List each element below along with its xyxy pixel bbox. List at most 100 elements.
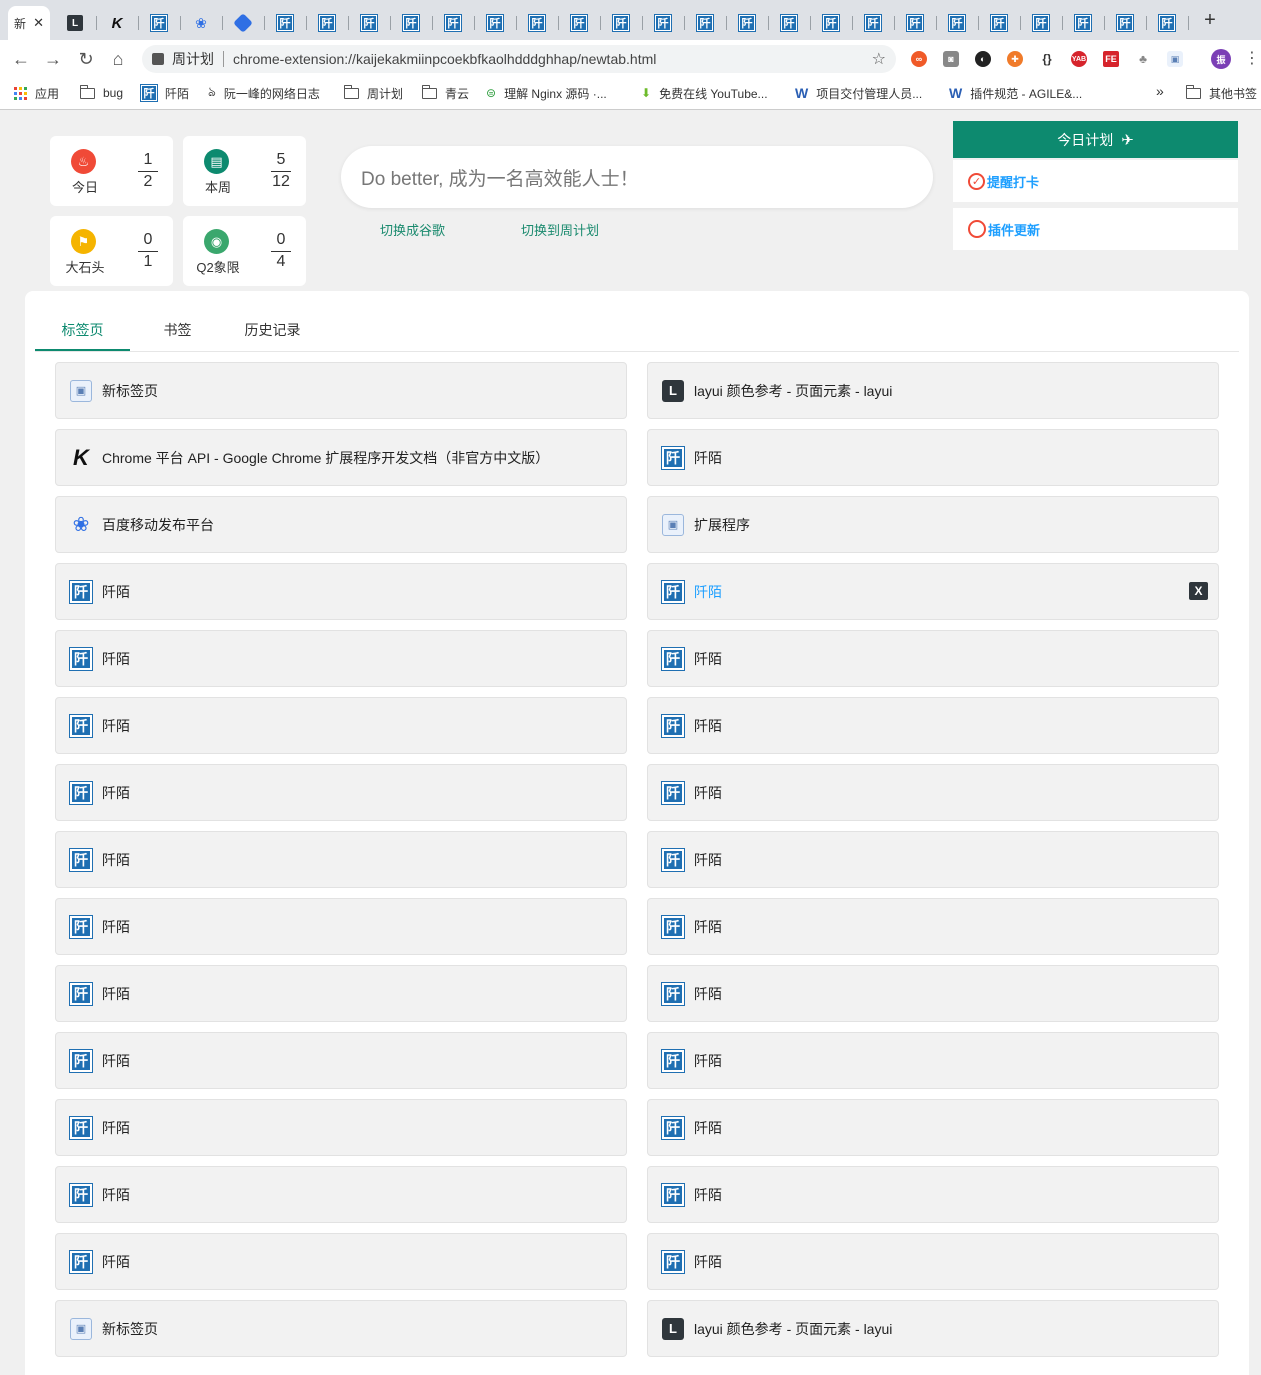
browser-tab[interactable]: 阡 — [140, 6, 178, 40]
browser-tab[interactable]: 阡 — [392, 6, 430, 40]
tab-card[interactable]: 阡阡陌 — [55, 1233, 627, 1290]
browser-tab[interactable]: 阡 — [812, 6, 850, 40]
browser-tab[interactable]: K — [98, 6, 136, 40]
bookmark-item[interactable]: W 插件规范 - AGILE&... — [949, 84, 1082, 102]
tab-card[interactable]: ❀ 百度移动发布平台 — [55, 496, 627, 553]
tab-card[interactable]: 阡阡陌 — [647, 831, 1219, 888]
browser-tab[interactable] — [224, 6, 262, 40]
extension-fe-icon[interactable]: FE — [1103, 51, 1119, 67]
tab-card[interactable]: 阡阡陌 — [647, 1166, 1219, 1223]
bookmark-item[interactable]: ঌ 阮一峰的网络日志 — [208, 84, 320, 102]
tab-card[interactable]: ▣ 新标签页 — [55, 1300, 627, 1357]
browser-tab[interactable]: 阡 — [1148, 6, 1186, 40]
bookmark-item[interactable]: ⬇ 免费在线 YouTube... — [641, 84, 768, 102]
browser-tab[interactable]: 阡 — [896, 6, 934, 40]
bookmark-item[interactable]: bug — [79, 84, 123, 102]
stat-week-card[interactable]: ▤ 本周 5 12 — [183, 136, 306, 206]
browser-tab[interactable]: 阡 — [980, 6, 1018, 40]
browser-tab[interactable]: 阡 — [266, 6, 304, 40]
tab-card[interactable]: 阡阡陌 — [55, 898, 627, 955]
reload-icon[interactable]: ↻ — [75, 48, 97, 70]
bookmark-item[interactable]: 周计划 — [343, 84, 403, 102]
browser-tab[interactable]: 阡 — [1022, 6, 1060, 40]
browser-tab[interactable]: 阡 — [770, 6, 808, 40]
stat-q2-card[interactable]: ◉ Q2象限 0 4 — [183, 216, 306, 286]
browser-tab[interactable]: ❀ — [182, 6, 220, 40]
extension-orange-icon[interactable]: ✚ — [1007, 51, 1023, 67]
tab-card[interactable]: Llayui 颜色参考 - 页面元素 - layui — [647, 1300, 1219, 1357]
extension-newtab-icon[interactable]: ▣ — [1167, 51, 1183, 67]
tab-card[interactable]: 阡阡陌 — [55, 1099, 627, 1156]
browser-tab[interactable]: 阡 — [854, 6, 892, 40]
close-icon[interactable]: ✕ — [33, 15, 44, 31]
tab-card[interactable]: 阡阡陌 — [55, 1032, 627, 1089]
tab-card[interactable]: ▣ 扩展程序 — [647, 496, 1219, 553]
bookmarks-overflow-icon[interactable]: » — [1156, 83, 1164, 99]
browser-tab[interactable]: 阡 — [560, 6, 598, 40]
tab-card[interactable]: 阡阡陌 — [647, 965, 1219, 1022]
tab-card[interactable]: 阡阡陌 — [647, 1032, 1219, 1089]
bookmark-item[interactable]: 应用 — [14, 84, 59, 102]
switch-google-link[interactable]: 切换成谷歌 — [380, 220, 445, 239]
switch-weekly-link[interactable]: 切换到周计划 — [521, 220, 599, 239]
browser-tab[interactable]: 阡 — [1064, 6, 1102, 40]
menu-icon[interactable]: ⋮ — [1244, 48, 1260, 68]
bookmark-item[interactable]: 阡阡陌 — [140, 84, 189, 102]
browser-tab[interactable]: 阡 — [476, 6, 514, 40]
tab-card[interactable]: 阡阡陌 — [55, 697, 627, 754]
tab-card[interactable]: 阡阡陌 — [647, 1099, 1219, 1156]
tab-card[interactable]: 阡阡陌 — [647, 764, 1219, 821]
tab-card[interactable]: 阡阡陌 — [55, 1166, 627, 1223]
tab-card[interactable]: 阡阡陌 — [55, 965, 627, 1022]
tab-bookmarks[interactable]: 书签 — [140, 311, 215, 351]
tab-card[interactable]: ▣ 新标签页 — [55, 362, 627, 419]
tab-card[interactable]: 阡阡陌 — [647, 898, 1219, 955]
browser-tab[interactable]: 阡 — [434, 6, 472, 40]
extension-yab-icon[interactable]: YAB — [1071, 51, 1087, 67]
close-tab-button[interactable]: X — [1189, 582, 1208, 600]
extension-infinity-icon[interactable]: ∞ — [911, 51, 927, 67]
tab-card[interactable]: 阡阡陌 — [55, 563, 627, 620]
tab-card[interactable]: 阡阡陌 X — [647, 563, 1219, 620]
browser-tab[interactable]: 阡 — [1106, 6, 1144, 40]
tab-card[interactable]: 阡阡陌 — [55, 764, 627, 821]
browser-tab[interactable]: 阡 — [308, 6, 346, 40]
bookmark-other[interactable]: 其他书签 — [1185, 84, 1257, 102]
browser-tab[interactable]: 阡 — [602, 6, 640, 40]
new-tab-button[interactable]: + — [1199, 10, 1221, 32]
stat-today-card[interactable]: ♨ 今日 1 2 — [50, 136, 173, 206]
browser-tab[interactable]: 阡 — [644, 6, 682, 40]
bookmark-item[interactable]: 青云 — [421, 84, 469, 102]
tab-history[interactable]: 历史记录 — [235, 311, 310, 351]
address-bar-url[interactable]: chrome-extension://kaijekakmiinpcoekbfka… — [233, 51, 656, 67]
tab-card[interactable]: 阡阡陌 — [647, 1233, 1219, 1290]
tab-card[interactable]: 阡阡陌 — [647, 429, 1219, 486]
address-bar[interactable]: 周计划 chrome-extension://kaijekakmiinpcoek… — [142, 45, 896, 73]
plugin-update[interactable]: 插件更新 — [953, 208, 1238, 250]
browser-tab[interactable]: 阡 — [728, 6, 766, 40]
bookmark-item[interactable]: ⊜ 理解 Nginx 源码 ·... — [486, 84, 607, 102]
home-icon[interactable]: ⌂ — [107, 48, 129, 70]
tab-card[interactable]: 阡阡陌 — [55, 630, 627, 687]
tab-card[interactable]: 阡阡陌 — [55, 831, 627, 888]
tab-card[interactable]: 阡阡陌 — [647, 697, 1219, 754]
extension-tree-icon[interactable]: ♣ — [1135, 51, 1151, 67]
extension-camera-icon[interactable]: ◙ — [943, 51, 959, 67]
extension-color-icon[interactable]: ◐ — [975, 51, 991, 67]
browser-tab[interactable]: 阡 — [350, 6, 388, 40]
profile-avatar[interactable]: 振 — [1211, 49, 1231, 69]
tab-card[interactable]: 阡阡陌 — [647, 630, 1219, 687]
forward-icon[interactable]: → — [42, 48, 64, 70]
tab-tabs[interactable]: 标签页 — [35, 311, 130, 351]
browser-tab[interactable]: 阡 — [938, 6, 976, 40]
tab-card[interactable]: K Chrome 平台 API - Google Chrome 扩展程序开发文档（… — [55, 429, 627, 486]
extension-json-icon[interactable]: {} — [1039, 51, 1055, 67]
browser-tab[interactable]: L — [56, 6, 94, 40]
tab-card[interactable]: Llayui 颜色参考 - 页面元素 - layui — [647, 362, 1219, 419]
browser-tab[interactable]: 阡 — [518, 6, 556, 40]
bookmark-item[interactable]: W 项目交付管理人员... — [795, 84, 922, 102]
today-plan-button[interactable]: 今日计划 ✈ — [953, 121, 1238, 158]
bookmark-star-icon[interactable]: ☆ — [872, 49, 886, 69]
active-tab[interactable]: 新 ✕ — [8, 6, 50, 40]
back-icon[interactable]: ← — [10, 48, 32, 70]
